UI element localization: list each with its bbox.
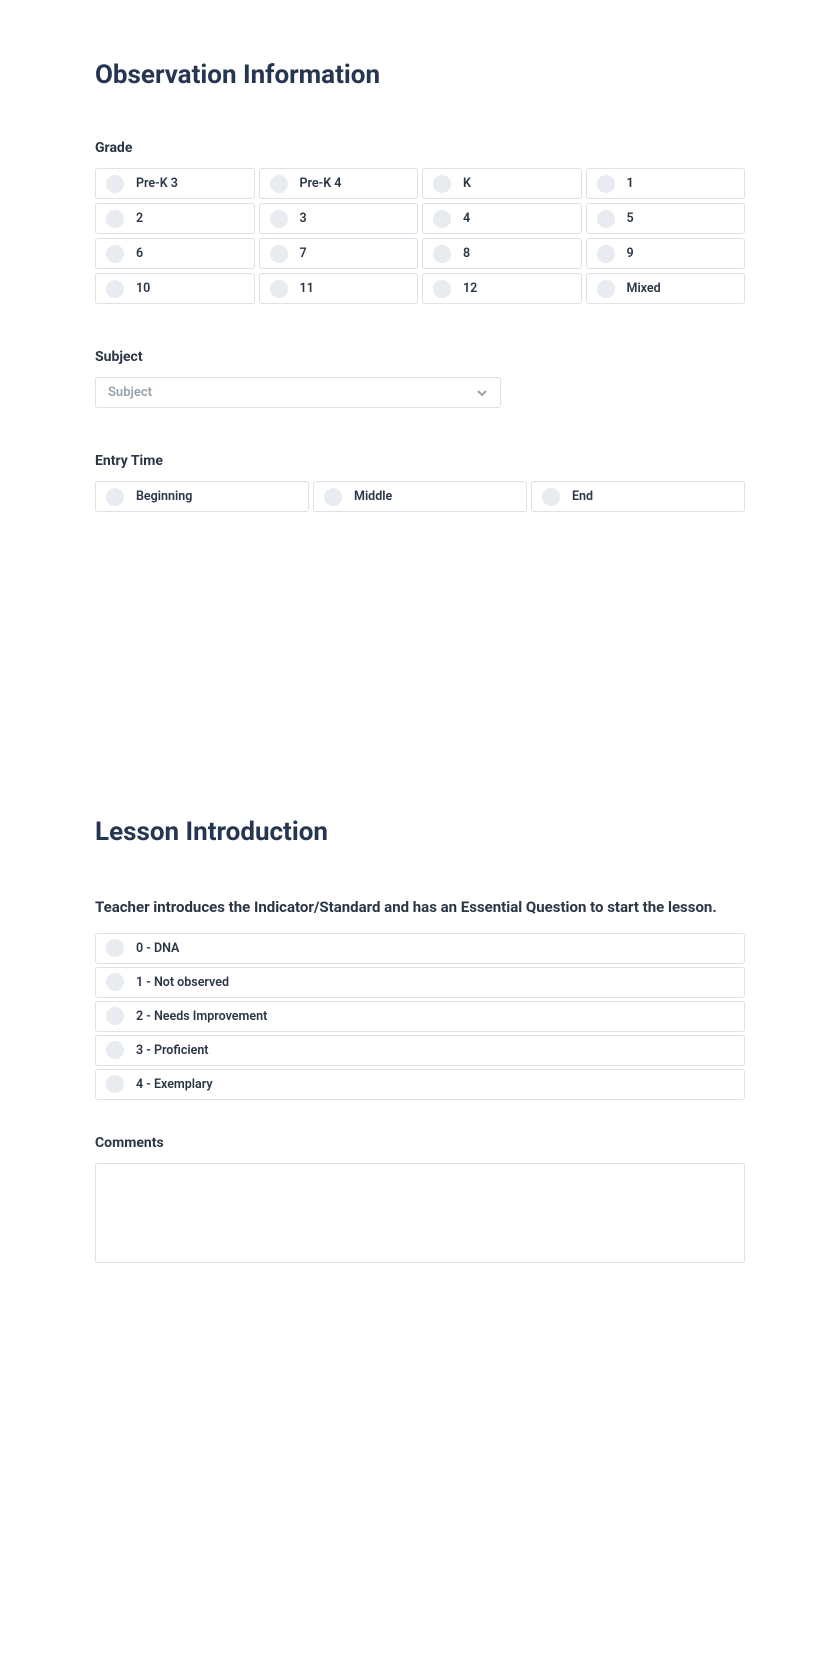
q1-option-0[interactable]: 0 - DNA bbox=[95, 933, 745, 964]
radio-label: 6 bbox=[136, 246, 143, 261]
q1-option-3[interactable]: 3 - Proficient bbox=[95, 1035, 745, 1066]
radio-label: 5 bbox=[627, 211, 634, 226]
radio-icon bbox=[597, 280, 615, 298]
comments-label: Comments bbox=[95, 1135, 745, 1151]
entry-time-option-beginning[interactable]: Beginning bbox=[95, 481, 309, 512]
subject-select[interactable]: Subject bbox=[95, 377, 501, 408]
radio-icon bbox=[106, 488, 124, 506]
grade-option-mixed[interactable]: Mixed bbox=[586, 273, 746, 304]
radio-label: 2 bbox=[136, 211, 143, 226]
radio-icon bbox=[106, 1075, 124, 1093]
radio-icon bbox=[106, 973, 124, 991]
grade-option-4[interactable]: 4 bbox=[422, 203, 582, 234]
radio-label: 1 bbox=[627, 176, 634, 191]
radio-icon bbox=[597, 245, 615, 263]
grade-option-8[interactable]: 8 bbox=[422, 238, 582, 269]
radio-icon bbox=[270, 210, 288, 228]
subject-label: Subject bbox=[95, 349, 745, 365]
radio-label: Middle bbox=[354, 489, 392, 504]
radio-label: 8 bbox=[463, 246, 470, 261]
radio-label: 1 - Not observed bbox=[136, 975, 229, 990]
radio-icon bbox=[106, 210, 124, 228]
grade-option-3[interactable]: 3 bbox=[259, 203, 419, 234]
grade-option-1[interactable]: 1 bbox=[586, 168, 746, 199]
radio-icon bbox=[106, 1041, 124, 1059]
radio-icon bbox=[597, 210, 615, 228]
radio-label: 4 bbox=[463, 211, 470, 226]
radio-label: 11 bbox=[300, 281, 314, 296]
q1-option-1[interactable]: 1 - Not observed bbox=[95, 967, 745, 998]
entry-time-options-grid: Beginning Middle End bbox=[95, 481, 745, 512]
chevron-down-icon bbox=[476, 387, 488, 399]
radio-icon bbox=[106, 175, 124, 193]
grade-options-grid: Pre-K 3 Pre-K 4 K 1 2 3 4 5 6 7 8 9 bbox=[95, 168, 745, 304]
radio-icon bbox=[433, 280, 451, 298]
subject-select-wrapper: Subject bbox=[95, 377, 501, 408]
radio-label: 10 bbox=[136, 281, 150, 296]
radio-label: 9 bbox=[627, 246, 634, 261]
entry-time-label: Entry Time bbox=[95, 453, 745, 469]
radio-label: Pre-K 4 bbox=[300, 176, 342, 191]
radio-icon bbox=[433, 175, 451, 193]
radio-label: 3 bbox=[300, 211, 307, 226]
radio-label: Mixed bbox=[627, 281, 661, 296]
radio-icon bbox=[324, 488, 342, 506]
radio-label: 12 bbox=[463, 281, 477, 296]
radio-label: 2 - Needs Improvement bbox=[136, 1009, 267, 1024]
grade-option-prek4[interactable]: Pre-K 4 bbox=[259, 168, 419, 199]
radio-label: Beginning bbox=[136, 489, 192, 504]
entry-time-option-middle[interactable]: Middle bbox=[313, 481, 527, 512]
comments-textarea[interactable] bbox=[95, 1163, 745, 1263]
grade-option-prek3[interactable]: Pre-K 3 bbox=[95, 168, 255, 199]
section-title-lesson-intro: Lesson Introduction bbox=[95, 817, 745, 847]
radio-icon bbox=[542, 488, 560, 506]
radio-label: K bbox=[463, 176, 471, 191]
radio-label: Pre-K 3 bbox=[136, 176, 178, 191]
grade-option-11[interactable]: 11 bbox=[259, 273, 419, 304]
radio-label: 7 bbox=[300, 246, 307, 261]
radio-icon bbox=[106, 939, 124, 957]
grade-option-7[interactable]: 7 bbox=[259, 238, 419, 269]
radio-label: 3 - Proficient bbox=[136, 1043, 209, 1058]
question1-label: Teacher introduces the Indicator/Standar… bbox=[95, 897, 745, 919]
grade-option-9[interactable]: 9 bbox=[586, 238, 746, 269]
radio-icon bbox=[433, 210, 451, 228]
radio-icon bbox=[270, 245, 288, 263]
grade-label: Grade bbox=[95, 140, 745, 156]
grade-option-6[interactable]: 6 bbox=[95, 238, 255, 269]
q1-option-2[interactable]: 2 - Needs Improvement bbox=[95, 1001, 745, 1032]
question1-options-list: 0 - DNA 1 - Not observed 2 - Needs Impro… bbox=[95, 933, 745, 1100]
grade-option-k[interactable]: K bbox=[422, 168, 582, 199]
radio-label: 4 - Exemplary bbox=[136, 1077, 213, 1092]
q1-option-4[interactable]: 4 - Exemplary bbox=[95, 1069, 745, 1100]
radio-icon bbox=[270, 175, 288, 193]
radio-icon bbox=[106, 280, 124, 298]
radio-label: 0 - DNA bbox=[136, 941, 179, 956]
radio-label: End bbox=[572, 489, 593, 504]
grade-option-12[interactable]: 12 bbox=[422, 273, 582, 304]
radio-icon bbox=[106, 245, 124, 263]
radio-icon bbox=[597, 175, 615, 193]
subject-placeholder: Subject bbox=[108, 385, 152, 400]
grade-option-10[interactable]: 10 bbox=[95, 273, 255, 304]
grade-option-5[interactable]: 5 bbox=[586, 203, 746, 234]
grade-option-2[interactable]: 2 bbox=[95, 203, 255, 234]
section-title-observation: Observation Information bbox=[95, 60, 745, 90]
radio-icon bbox=[270, 280, 288, 298]
radio-icon bbox=[433, 245, 451, 263]
entry-time-option-end[interactable]: End bbox=[531, 481, 745, 512]
radio-icon bbox=[106, 1007, 124, 1025]
